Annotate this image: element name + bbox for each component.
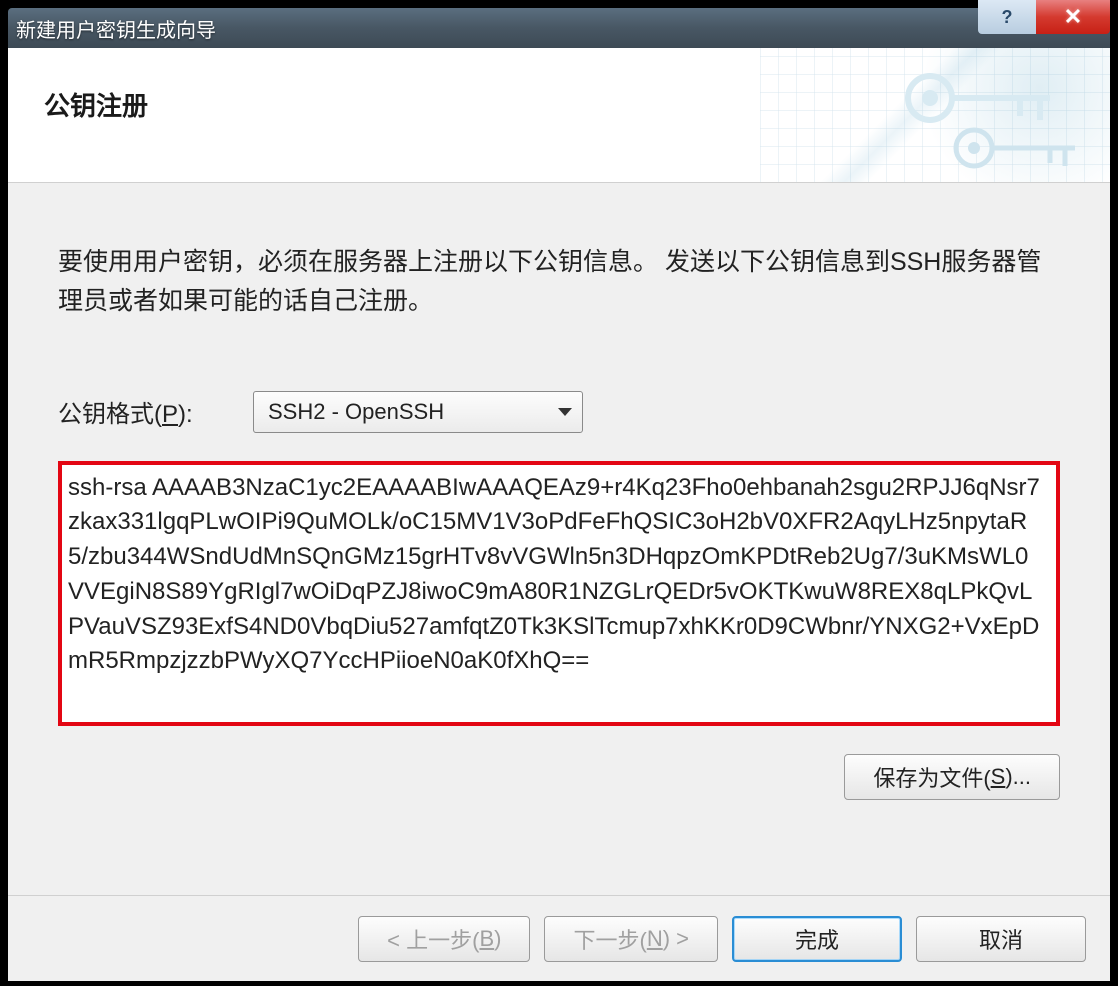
format-label: 公钥格式(P): bbox=[58, 394, 253, 429]
wizard-window: 新建用户密钥生成向导 ? ✕ 公钥注册 bbox=[0, 0, 1118, 986]
public-key-highlight bbox=[58, 461, 1060, 726]
chevron-down-icon bbox=[558, 408, 572, 416]
footer-buttons: < 上一步(B) 下一步(N) > 完成 取消 bbox=[8, 895, 1110, 981]
instruction-text: 要使用用户密钥，必须在服务器上注册以下公钥信息。 发送以下公钥信息到SSH服务器… bbox=[58, 243, 1060, 321]
page-title: 公钥注册 bbox=[44, 86, 148, 123]
next-button[interactable]: 下一步(N) > bbox=[544, 916, 718, 962]
save-as-file-button[interactable]: 保存为文件(S)... bbox=[844, 754, 1060, 800]
finish-button[interactable]: 完成 bbox=[732, 916, 902, 962]
titlebar-controls: ? ✕ bbox=[978, 0, 1110, 34]
key-icon bbox=[900, 68, 1070, 128]
main-area: 要使用用户密钥，必须在服务器上注册以下公钥信息。 发送以下公钥信息到SSH服务器… bbox=[8, 183, 1110, 895]
content-area: 要使用用户密钥，必须在服务器上注册以下公钥信息。 发送以下公钥信息到SSH服务器… bbox=[8, 183, 1110, 981]
titlebar: 新建用户密钥生成向导 ? ✕ bbox=[8, 8, 1110, 48]
key-icon bbox=[950, 123, 1090, 173]
public-key-textarea[interactable] bbox=[62, 465, 1056, 717]
back-button[interactable]: < 上一步(B) bbox=[358, 916, 530, 962]
header-decoration bbox=[760, 48, 1110, 183]
help-icon: ? bbox=[1002, 7, 1013, 28]
close-button[interactable]: ✕ bbox=[1036, 0, 1110, 34]
save-row: 保存为文件(S)... bbox=[58, 754, 1060, 800]
cancel-button[interactable]: 取消 bbox=[916, 916, 1086, 962]
header-panel: 公钥注册 bbox=[8, 48, 1110, 183]
format-row: 公钥格式(P): SSH2 - OpenSSH bbox=[58, 391, 1060, 433]
format-value: SSH2 - OpenSSH bbox=[268, 399, 444, 425]
format-combobox[interactable]: SSH2 - OpenSSH bbox=[253, 391, 583, 433]
help-button[interactable]: ? bbox=[978, 0, 1036, 34]
window-title: 新建用户密钥生成向导 bbox=[16, 14, 216, 43]
close-icon: ✕ bbox=[1064, 4, 1082, 30]
